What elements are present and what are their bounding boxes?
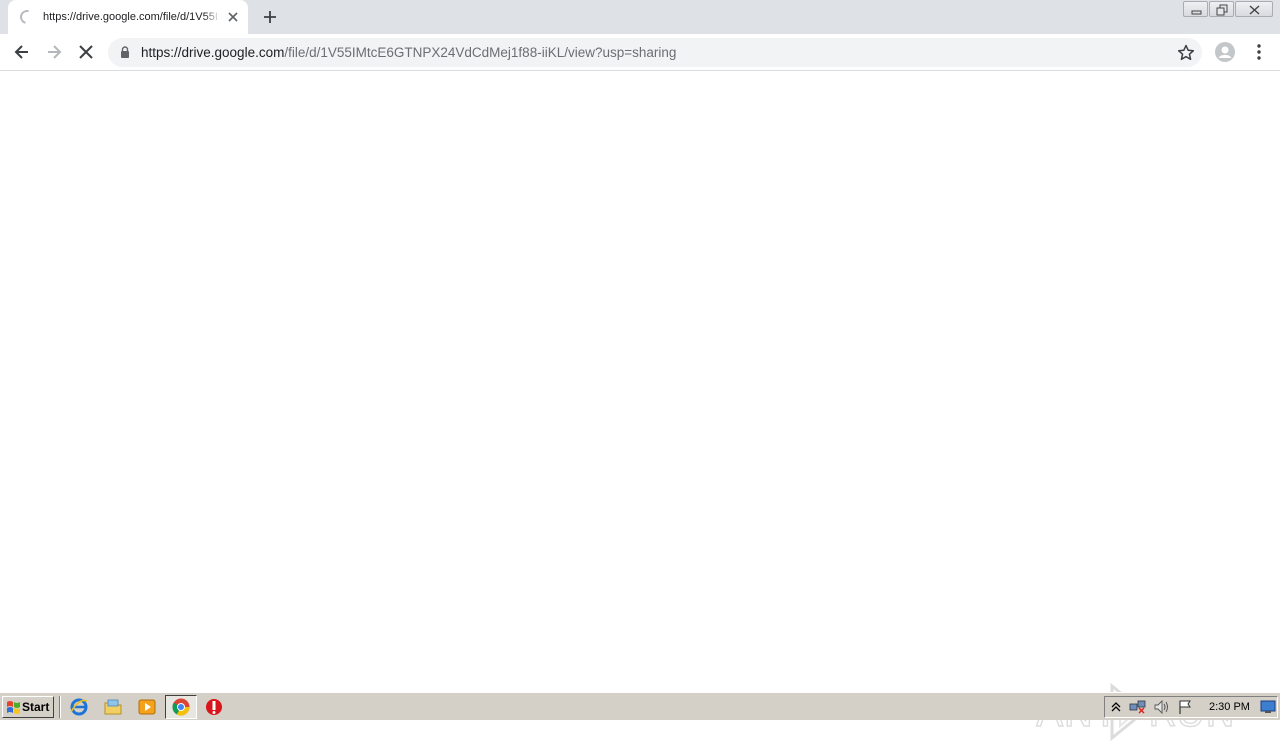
url-host: https://drive.google.com	[141, 45, 285, 60]
star-icon[interactable]	[1176, 43, 1196, 63]
volume-icon[interactable]	[1153, 699, 1171, 715]
windows-flag-icon	[7, 701, 20, 714]
lock-icon[interactable]	[120, 46, 130, 58]
minimize-icon	[1191, 10, 1202, 15]
tab-active[interactable]: https://drive.google.com/file/d/1V55IMtc…	[8, 0, 248, 34]
show-desktop-icon[interactable]	[1260, 700, 1276, 714]
window-close-button[interactable]	[1235, 1, 1273, 17]
back-arrow-icon[interactable]	[12, 42, 32, 62]
antivirus-icon[interactable]	[204, 697, 224, 717]
tab-title: https://drive.google.com/file/d/1V55IMtc…	[43, 11, 219, 23]
address-bar[interactable]: https://drive.google.com/file/d/1V55IMtc…	[108, 38, 1202, 67]
browser-toolbar: https://drive.google.com/file/d/1V55IMtc…	[0, 34, 1280, 71]
url-path: /file/d/1V55IMtcE6GTNPX24VdCdMej1f88-iiK…	[284, 45, 677, 60]
stop-loading-icon[interactable]	[76, 42, 96, 62]
clock[interactable]: 2:30 PM	[1209, 700, 1250, 714]
url-text[interactable]: https://drive.google.com/file/d/1V55IMtc…	[141, 44, 676, 61]
start-button[interactable]: Start	[2, 696, 54, 718]
profile-avatar-icon[interactable]	[1215, 42, 1235, 62]
tab-strip: https://drive.google.com/file/d/1V55IMtc…	[0, 0, 1280, 34]
forward-arrow-icon[interactable]	[44, 42, 64, 62]
window-close-icon	[1249, 5, 1260, 15]
vertical-dots-icon[interactable]	[1249, 42, 1269, 62]
network-icon[interactable]	[1129, 699, 1147, 715]
taskbar-separator	[59, 696, 61, 718]
folder-icon[interactable]	[103, 697, 123, 717]
tab-title-fade	[204, 8, 220, 26]
window-minimize-button[interactable]	[1183, 1, 1208, 17]
media-player-icon[interactable]	[137, 697, 157, 717]
system-tray: 2:30 PM	[1104, 696, 1278, 718]
new-tab-icon[interactable]	[261, 8, 279, 26]
restore-icon	[1216, 4, 1228, 16]
loading-spinner-icon	[17, 7, 37, 27]
chrome-icon	[172, 698, 190, 716]
taskbar: Start 2:30 PM	[0, 692, 1280, 720]
internet-explorer-icon[interactable]	[69, 697, 89, 717]
start-label: Start	[22, 700, 50, 714]
window-restore-button[interactable]	[1209, 1, 1234, 17]
page-content: ANY RUN	[0, 72, 1280, 742]
browser-window: https://drive.google.com/file/d/1V55IMtc…	[0, 0, 1280, 742]
action-center-flag-icon[interactable]	[1177, 699, 1195, 715]
close-tab-icon[interactable]	[226, 10, 240, 24]
show-hidden-icons-icon[interactable]	[1109, 699, 1123, 715]
chrome-taskbar-button[interactable]	[165, 695, 197, 719]
